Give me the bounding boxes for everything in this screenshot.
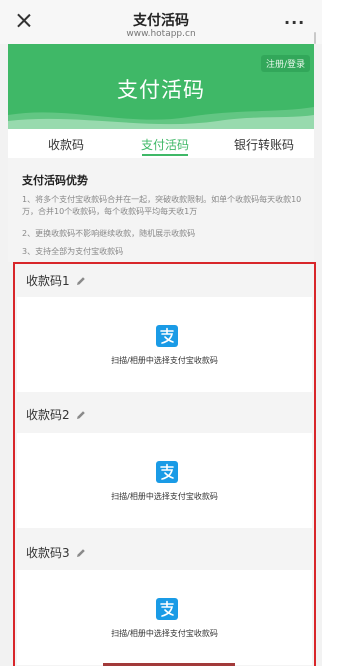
qr-upload-card[interactable]: 扫描/相册中选择支付宝收款码 bbox=[17, 433, 312, 528]
qr-code-label: 收款码1 bbox=[26, 274, 70, 288]
qr-code-list: 收款码1 扫描/相册中选择支付宝收款码 收款码2 扫描/相册中选择支付宝收款码 … bbox=[13, 262, 316, 666]
qr-code-header: 收款码1 bbox=[15, 264, 314, 296]
qr-code-label: 收款码2 bbox=[26, 408, 70, 422]
banner-title: 支付活码 bbox=[117, 78, 205, 102]
pencil-icon[interactable] bbox=[76, 276, 86, 286]
scroll-indicator bbox=[314, 32, 316, 44]
app-page: 支付活码 www.hotapp.cn ··· 注册/登录 支付活码 收款码 支付… bbox=[0, 0, 322, 666]
nav-title: 支付活码 bbox=[133, 13, 189, 29]
advantage-item: 3、支持全部为支付宝收款码 bbox=[22, 247, 124, 256]
tab-bank-transfer-code[interactable]: 银行转账码 bbox=[234, 136, 294, 153]
qr-code-header: 收款码2 bbox=[15, 398, 314, 430]
right-gutter bbox=[322, 0, 339, 666]
more-icon[interactable]: ··· bbox=[284, 13, 305, 32]
active-tab-underline bbox=[142, 154, 188, 156]
qr-code-label: 收款码3 bbox=[26, 546, 70, 560]
tab-live-payment-code[interactable]: 支付活码 bbox=[141, 136, 189, 153]
pencil-icon[interactable] bbox=[76, 410, 86, 420]
tab-bar: 收款码 支付活码 银行转账码 bbox=[8, 129, 314, 158]
alipay-icon bbox=[156, 598, 178, 620]
advantages-section: 支付活码优势 1、将多个支付宝收款码合并在一起，突破收款限制。如单个收款码每天收… bbox=[8, 158, 314, 262]
qr-code-header: 收款码3 bbox=[15, 536, 314, 568]
alipay-icon bbox=[156, 325, 178, 347]
qr-upload-hint: 扫描/相册中选择支付宝收款码 bbox=[111, 356, 218, 365]
pencil-icon[interactable] bbox=[76, 548, 86, 558]
login-register-button[interactable]: 注册/登录 bbox=[260, 55, 310, 72]
qr-upload-hint: 扫描/相册中选择支付宝收款码 bbox=[111, 629, 218, 638]
banner-wave-decoration bbox=[8, 107, 314, 129]
qr-upload-hint: 扫描/相册中选择支付宝收款码 bbox=[111, 492, 218, 501]
qr-upload-card[interactable]: 扫描/相册中选择支付宝收款码 bbox=[17, 297, 312, 392]
hero-banner: 注册/登录 支付活码 bbox=[8, 44, 314, 129]
nav-subtitle: www.hotapp.cn bbox=[126, 29, 196, 39]
advantage-item: 1、将多个支付宝收款码合并在一起，突破收款限制。如单个收款码每天收款10万，合并… bbox=[22, 195, 302, 216]
advantages-title: 支付活码优势 bbox=[22, 174, 88, 187]
advantage-item: 2、更换收款码不影响继续收款，随机展示收款码 bbox=[22, 229, 196, 238]
tab-payment-code[interactable]: 收款码 bbox=[48, 136, 84, 153]
qr-upload-card[interactable]: 扫描/相册中选择支付宝收款码 bbox=[17, 570, 312, 665]
top-nav-bar: 支付活码 www.hotapp.cn ··· bbox=[0, 0, 322, 44]
alipay-icon bbox=[156, 461, 178, 483]
